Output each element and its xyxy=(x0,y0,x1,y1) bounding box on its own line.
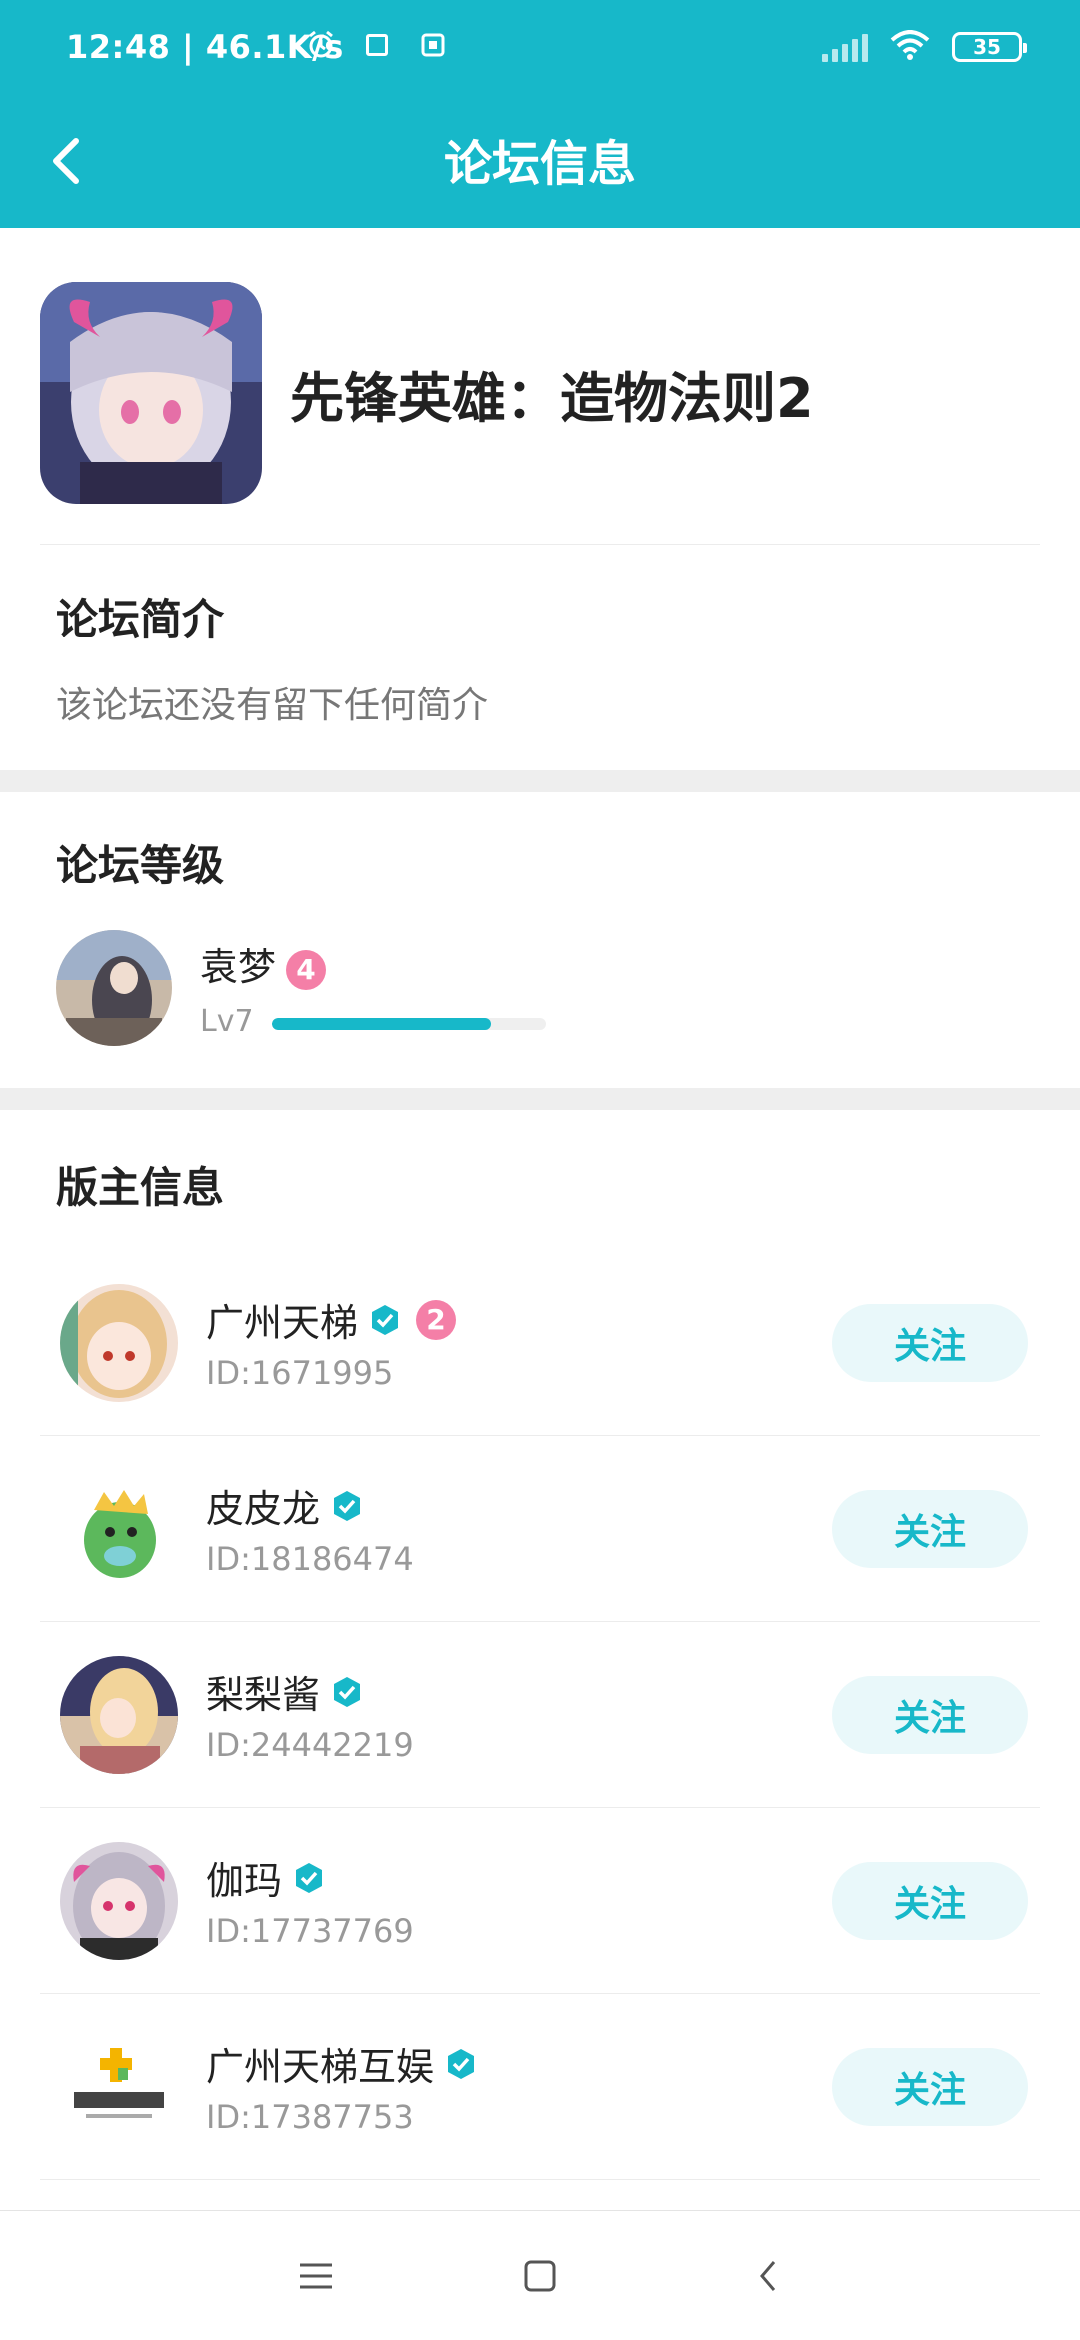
sim-icon xyxy=(418,30,448,60)
moderator-name: 梨梨酱 xyxy=(206,1664,364,1719)
list-item[interactable]: 广州天梯互娱 ID:17387753 关注 xyxy=(40,1994,1040,2180)
moderators-section: 版主信息 广州天梯 2 ID:1671995 关注 皮皮龙 ID:1818647… xyxy=(0,1110,1080,2210)
moderator-id: ID:1671995 xyxy=(206,1354,394,1392)
verified-icon xyxy=(448,2048,475,2079)
level-title: 论坛等级 xyxy=(56,841,225,890)
follow-button[interactable]: 关注 xyxy=(832,2048,1028,2126)
level-badge: 4 xyxy=(286,949,327,990)
avatar[interactable] xyxy=(60,2028,178,2146)
status-time: 12:48 | 46.1K/s xyxy=(66,28,344,66)
level-user: 袁梦 4 xyxy=(200,936,327,991)
page-title: 论坛信息 xyxy=(443,136,636,192)
moderator-name-text: 皮皮龙 xyxy=(206,1487,321,1531)
list-item[interactable]: 伽玛 ID:17737769 关注 xyxy=(40,1808,1040,1994)
list-item[interactable]: 皮皮龙 ID:18186474 关注 xyxy=(40,1436,1040,1622)
top-app-bar: 12:48 | 46.1K/s 35 论坛信息 xyxy=(0,0,1080,228)
moderator-id: ID:24442219 xyxy=(206,1726,414,1764)
forum-name: 先锋英雄：造物法则2 xyxy=(290,367,814,430)
divider xyxy=(40,544,1040,545)
forum-level-section: 论坛等级 袁梦 4 Lv7 xyxy=(0,792,1080,1088)
verified-icon xyxy=(296,1862,323,1893)
moderator-id: ID:17737769 xyxy=(206,1912,414,1950)
follow-button[interactable]: 关注 xyxy=(832,1304,1028,1382)
moderator-name-text: 广州天梯互娱 xyxy=(206,2045,435,2089)
nav-bar: 论坛信息 xyxy=(0,96,1080,228)
avatar[interactable] xyxy=(60,1284,178,1402)
moderator-name-text: 伽玛 xyxy=(206,1859,283,1903)
list-item[interactable]: 梨梨酱 ID:24442219 关注 xyxy=(40,1622,1040,1808)
forum-header: 先锋英雄：造物法则2 xyxy=(0,228,1080,546)
divider xyxy=(40,2179,1040,2180)
moderator-name-text: 广州天梯 xyxy=(206,1301,359,1345)
square-icon xyxy=(362,30,392,60)
back-icon xyxy=(760,2261,776,2291)
verified-icon xyxy=(334,1676,361,1707)
forum-avatar xyxy=(40,282,262,504)
home-button[interactable] xyxy=(510,2251,570,2301)
follow-button[interactable]: 关注 xyxy=(832,1676,1028,1754)
moderator-name: 伽玛 xyxy=(206,1850,326,1905)
intro-text: 该论坛还没有留下任何简介 xyxy=(56,685,489,726)
avatar[interactable] xyxy=(60,1656,178,1774)
status-bar: 12:48 | 46.1K/s 35 xyxy=(0,0,1080,96)
wifi-icon xyxy=(890,30,930,64)
status-icons-right: 35 xyxy=(822,30,1027,64)
menu-icon xyxy=(300,2263,332,2289)
status-icons-left xyxy=(306,30,448,60)
section-gap xyxy=(0,770,1080,792)
signal-icon xyxy=(822,32,868,62)
system-nav-bar xyxy=(0,2210,1080,2340)
section-gap xyxy=(0,1088,1080,1110)
level-label: Lv7 xyxy=(200,1004,254,1039)
moderators-title: 版主信息 xyxy=(56,1163,225,1212)
moderator-id: ID:17387753 xyxy=(206,2098,414,2136)
moderator-id: ID:18186474 xyxy=(206,1540,414,1578)
level-user-name: 袁梦 xyxy=(200,945,277,989)
moderator-name-text: 梨梨酱 xyxy=(206,1673,321,1717)
list-item[interactable]: 广州天梯 2 ID:1671995 关注 xyxy=(40,1250,1040,1436)
battery-level: 35 xyxy=(973,35,1001,59)
verified-icon xyxy=(372,1304,399,1335)
follow-button[interactable]: 关注 xyxy=(832,1490,1028,1568)
avatar[interactable] xyxy=(56,930,172,1046)
avatar[interactable] xyxy=(60,1470,178,1588)
alarm-icon xyxy=(306,30,336,60)
intro-title: 论坛简介 xyxy=(56,595,225,644)
level-progress-fill xyxy=(272,1018,492,1030)
moderator-badge: 2 xyxy=(416,1299,457,1340)
system-back-button[interactable] xyxy=(738,2251,798,2301)
forum-intro-section: 论坛简介 该论坛还没有留下任何简介 xyxy=(0,546,1080,770)
moderator-name: 广州天梯互娱 xyxy=(206,2036,478,2091)
moderator-name: 广州天梯 2 xyxy=(206,1292,457,1347)
level-progress-bar xyxy=(272,1018,546,1030)
moderator-name: 皮皮龙 xyxy=(206,1478,364,1533)
verified-icon xyxy=(334,1490,361,1521)
follow-button[interactable]: 关注 xyxy=(832,1862,1028,1940)
avatar[interactable] xyxy=(60,1842,178,1960)
battery-icon: 35 xyxy=(952,32,1027,62)
menu-button[interactable] xyxy=(286,2251,346,2301)
home-icon xyxy=(524,2260,556,2292)
